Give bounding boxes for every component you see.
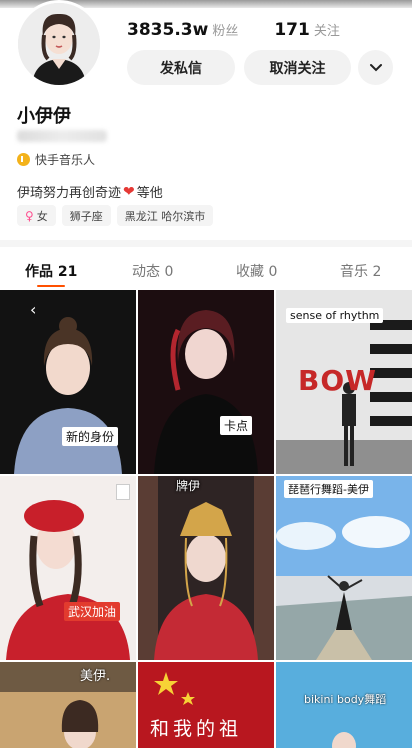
profile-bio: 伊琦努力再创奇迹 ❤ 等他 xyxy=(17,182,163,202)
video-caption: 和我的祖 xyxy=(150,718,243,740)
video-caption: 武汉加油 xyxy=(64,602,121,621)
female-icon: ♀ xyxy=(25,208,34,223)
video-caption: 牌伊 xyxy=(176,479,201,493)
tag-label: 狮子座 xyxy=(69,209,103,223)
document-icon xyxy=(116,484,130,500)
video-caption: 新的身份 xyxy=(62,427,119,446)
avatar[interactable] xyxy=(15,0,103,88)
tab-works[interactable]: 作品 21 xyxy=(25,261,77,281)
video-thumbnail[interactable]: ‹ 新的身份 xyxy=(0,290,136,474)
send-message-button[interactable]: 发私信 xyxy=(127,50,235,85)
unfollow-button[interactable]: 取消关注 xyxy=(244,50,351,85)
video-thumbnail[interactable]: BOW sense of rhythm xyxy=(276,290,412,474)
more-options-button[interactable] xyxy=(358,50,393,85)
tag-label: 女 xyxy=(36,209,48,223)
musician-badge[interactable]: 快手音乐人 xyxy=(17,151,95,168)
video-thumbnail[interactable]: 美伊. xyxy=(0,662,136,748)
video-caption: bikini body舞蹈 xyxy=(304,693,387,706)
blurred-id xyxy=(17,130,107,142)
following-label[interactable]: 关注 xyxy=(314,20,340,39)
video-thumbnail[interactable]: bikini body舞蹈 xyxy=(276,662,412,748)
following-count[interactable]: 171 xyxy=(274,20,310,40)
video-caption: 琵琶行舞蹈-美伊 xyxy=(284,480,373,498)
video-caption: 美伊. xyxy=(80,669,111,684)
profile-tags: ♀ 女 狮子座 黑龙江 哈尔滨市 xyxy=(17,205,214,226)
video-caption: sense of rhythm xyxy=(286,308,384,323)
tag-location: 黑龙江 哈尔滨市 xyxy=(116,205,214,226)
tag-gender: ♀ 女 xyxy=(17,205,56,226)
tag-zodiac: 狮子座 xyxy=(61,205,111,226)
followers-label[interactable]: 粉丝 xyxy=(212,20,238,39)
video-thumbnail[interactable]: 和我的祖 xyxy=(138,662,274,748)
chevron-down-icon xyxy=(369,63,382,71)
heart-icon: ❤ xyxy=(123,183,135,200)
video-thumbnail[interactable]: 武汉加油 xyxy=(0,476,136,660)
video-thumbnail[interactable]: 卡点 xyxy=(138,290,274,474)
video-caption: 卡点 xyxy=(220,416,253,435)
badge-label: 快手音乐人 xyxy=(35,153,96,167)
tab-active-indicator xyxy=(37,285,65,287)
followers-count[interactable]: 3835.3w xyxy=(127,20,208,40)
profile-tabs: 作品 21 动态 0 收藏 0 音乐 2 xyxy=(0,255,412,289)
tab-favorites[interactable]: 收藏 0 xyxy=(236,261,277,281)
tab-music[interactable]: 音乐 2 xyxy=(340,261,381,281)
tab-posts[interactable]: 动态 0 xyxy=(132,261,173,281)
profile-stats: 3835.3w 粉丝 171 关注 xyxy=(127,20,340,40)
profile-name: 小伊伊 xyxy=(17,106,71,127)
video-thumbnail[interactable]: 琵琶行舞蹈-美伊 xyxy=(276,476,412,660)
bio-text: 伊琦努力再创奇迹 xyxy=(17,186,122,201)
back-icon: ‹ xyxy=(30,300,37,319)
tag-label: 黑龙江 哈尔滨市 xyxy=(124,209,206,223)
video-overlay-text: BOW xyxy=(298,364,378,397)
verified-badge-icon xyxy=(17,153,30,166)
section-divider xyxy=(0,240,412,247)
bio-text-end: 等他 xyxy=(136,186,163,201)
video-grid: ‹ 新的身份 卡点 BOW sense of rhythm 武汉加油 牌伊 琵琶… xyxy=(0,290,412,748)
video-thumbnail[interactable]: 牌伊 xyxy=(138,476,274,660)
